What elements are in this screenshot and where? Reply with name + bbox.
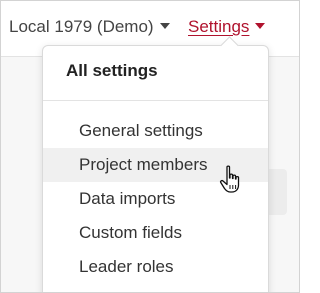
project-selector[interactable]: Local 1979 (Demo) [9, 17, 170, 37]
menu-item-general-settings[interactable]: General settings [43, 114, 268, 148]
menu-item-all-settings[interactable]: All settings [66, 61, 158, 81]
menu-item-custom-fields[interactable]: Custom fields [43, 216, 268, 250]
chevron-down-icon [255, 23, 266, 29]
app-window: Local 1979 (Demo) Settings All settings … [0, 0, 300, 293]
menu-item-leader-roles[interactable]: Leader roles [43, 250, 268, 284]
menu-divider [43, 100, 268, 101]
hand-pointer-cursor-icon [219, 165, 240, 193]
chevron-down-icon [159, 23, 170, 29]
settings-menu-label: Settings [188, 17, 250, 36]
settings-menu-trigger[interactable]: Settings [188, 17, 266, 37]
project-selector-label: Local 1979 (Demo) [9, 17, 154, 36]
